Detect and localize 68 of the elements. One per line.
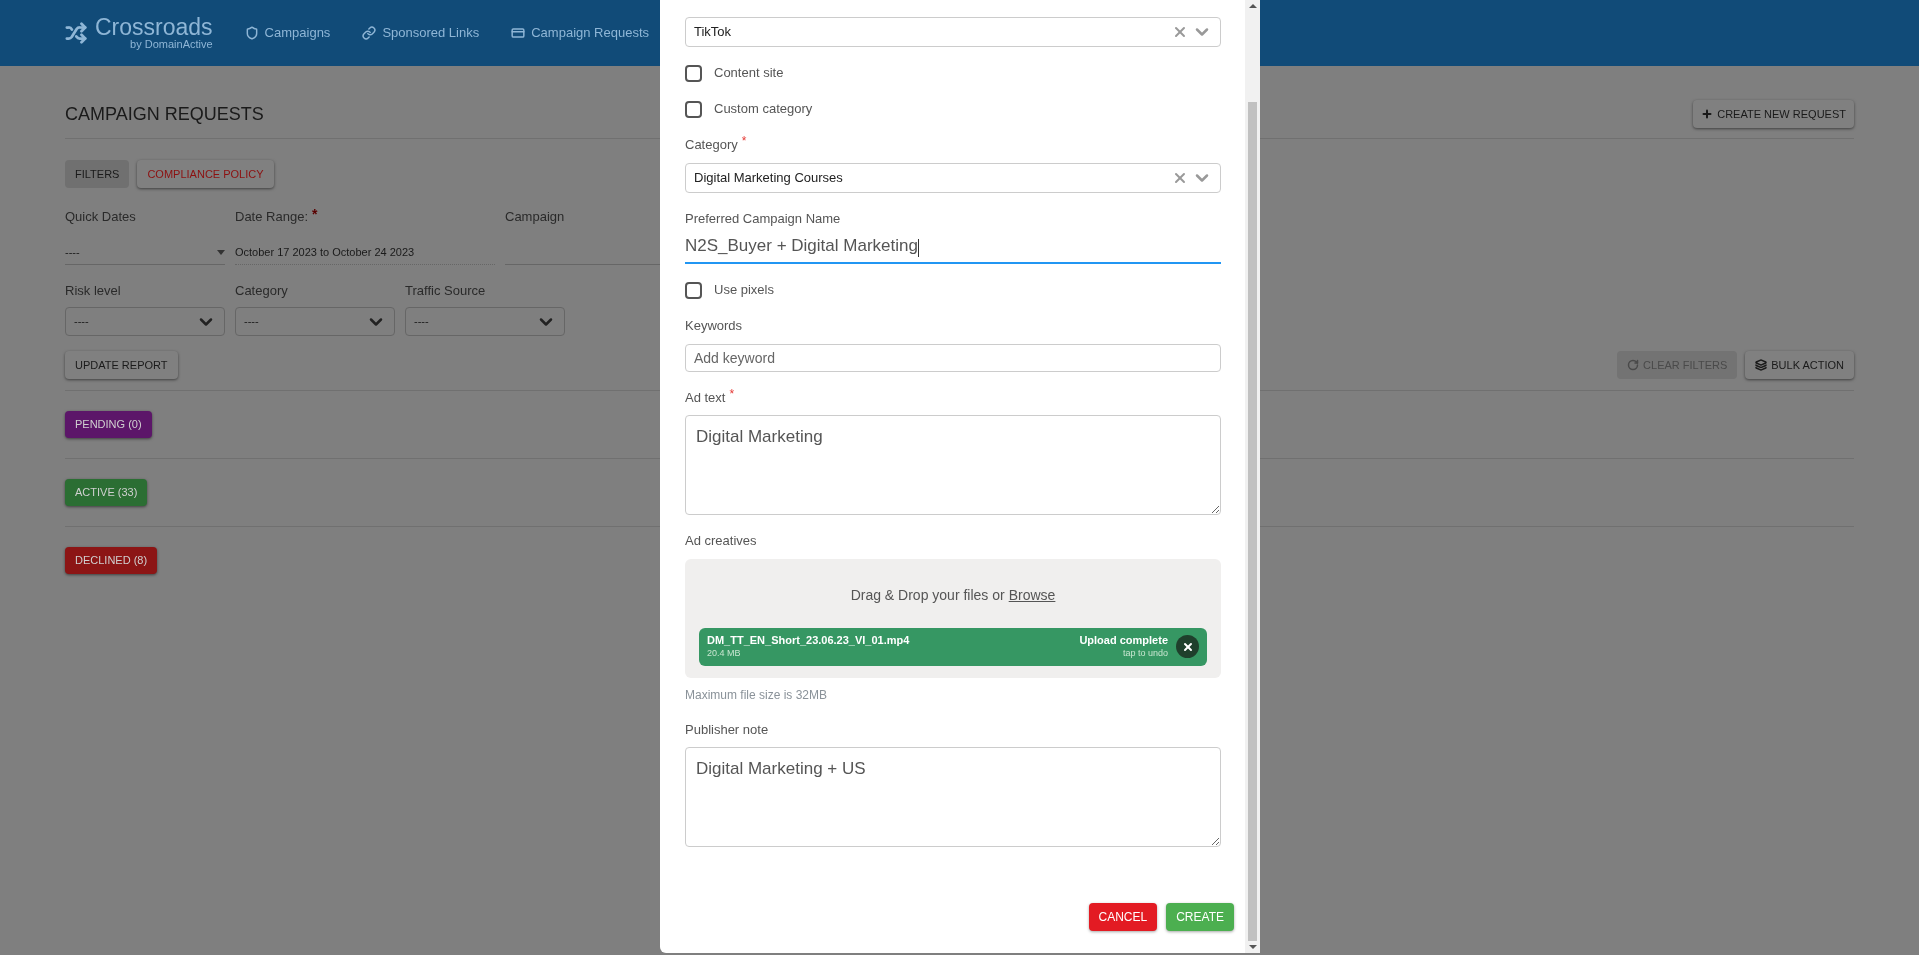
select-field[interactable]: TikTok — [685, 17, 1221, 47]
status-group-button[interactable]: DECLINED (8) — [65, 547, 158, 574]
refresh-icon — [1627, 359, 1640, 371]
shuffle-logo-icon — [65, 22, 87, 44]
select-field[interactable]: ---- — [405, 307, 565, 336]
field-label: Ad creatives — [685, 532, 757, 550]
field-label: Publisher note — [685, 720, 769, 739]
logo-text[interactable]: Crossroads — [95, 16, 213, 39]
field-label: Keywords — [685, 317, 743, 335]
drop-prompt: Drag & Drop your files or — [850, 585, 1005, 605]
remove-file-button[interactable] — [1176, 635, 1199, 658]
status-group-button[interactable]: ACTIVE (33) — [65, 479, 148, 506]
upload-status: Upload complete — [1079, 634, 1168, 648]
text-area[interactable]: Digital Marketing + US — [685, 747, 1221, 847]
filter-tab[interactable]: FILTERS — [65, 160, 130, 188]
date-range-field[interactable]: October 17 2023 to October 24 2023 — [235, 240, 495, 265]
field-label: Risk level — [65, 281, 121, 300]
shield-icon — [244, 26, 259, 40]
update-report-button[interactable]: UPDATE REPORT — [65, 351, 178, 379]
clear-icon[interactable] — [1172, 24, 1188, 40]
checkbox-label: Use pixels — [714, 281, 774, 300]
field-label: Category — [685, 136, 738, 154]
cancel-button[interactable]: CANCEL — [1088, 903, 1158, 931]
scrollbar[interactable] — [1245, 0, 1260, 953]
select-field[interactable]: ---- — [235, 307, 395, 336]
text-area[interactable]: Digital Marketing — [685, 415, 1221, 515]
field-label: Campaign — [505, 208, 565, 226]
undo-hint: tap to undo — [1122, 647, 1168, 659]
file-name: DM_TT_EN_Short_23.06.23_VI_01.mp4 — [707, 634, 911, 648]
file-size: 20.4 MB — [707, 647, 742, 659]
nav-link[interactable]: Sponsored Links — [362, 23, 480, 43]
filter-tab[interactable]: COMPLIANCE POLICY — [137, 160, 274, 188]
logo-tagline: by DomainActive — [130, 39, 213, 50]
field-label: Quick Dates — [65, 208, 136, 226]
nav-link[interactable]: Campaigns — [244, 23, 331, 43]
keyword-input[interactable]: Add keyword — [685, 343, 1221, 372]
status-group-button[interactable]: PENDING (0) — [65, 411, 152, 438]
checkbox-label: Custom category — [714, 100, 813, 119]
create-request-button[interactable]: CREATE NEW REQUEST — [1693, 100, 1854, 128]
select-field[interactable]: ---- — [65, 307, 225, 336]
drop-zone[interactable]: Drag & Drop your files or Browse DM_TT_EN_Short_23.06.23_VI_01.mp4 20.4 MB Upload complete tap to undo — [685, 558, 1221, 678]
field-label: Date Range: — [235, 208, 308, 226]
required-mark: * — [729, 387, 735, 400]
required-mark: * — [312, 207, 318, 221]
required-mark: * — [741, 135, 747, 147]
nav-link[interactable]: Campaign Requests — [511, 23, 649, 43]
checkbox[interactable] — [685, 64, 702, 82]
link-icon — [362, 26, 377, 40]
field-label: Category — [235, 281, 288, 300]
file-size-note: Maximum file size is 32MB — [685, 686, 829, 704]
create-button[interactable]: CREATE — [1166, 903, 1234, 931]
field-label: Ad text — [685, 388, 726, 407]
checkbox[interactable] — [685, 281, 702, 299]
field-label: Preferred Campaign Name — [685, 209, 841, 228]
browse-link[interactable]: Browse — [1008, 584, 1056, 606]
bulk-action-button[interactable]: BULK ACTION — [1745, 351, 1854, 379]
checkbox-label: Content site — [714, 64, 784, 83]
plus-icon — [1701, 108, 1714, 120]
close-icon — [1181, 640, 1194, 653]
checkbox[interactable] — [685, 100, 702, 118]
dropdown-triangle-icon — [217, 249, 225, 255]
card-icon — [511, 26, 526, 40]
select-field[interactable]: Digital Marketing Courses — [685, 162, 1221, 193]
page-title: CAMPAIGN REQUESTS — [65, 102, 264, 126]
layers-icon — [1755, 359, 1768, 371]
dropdown-field[interactable]: ---- — [65, 240, 225, 265]
field-label: Traffic Source — [405, 281, 486, 300]
input-field[interactable]: N2S_Buyer + Digital Marketing — [685, 236, 1221, 264]
